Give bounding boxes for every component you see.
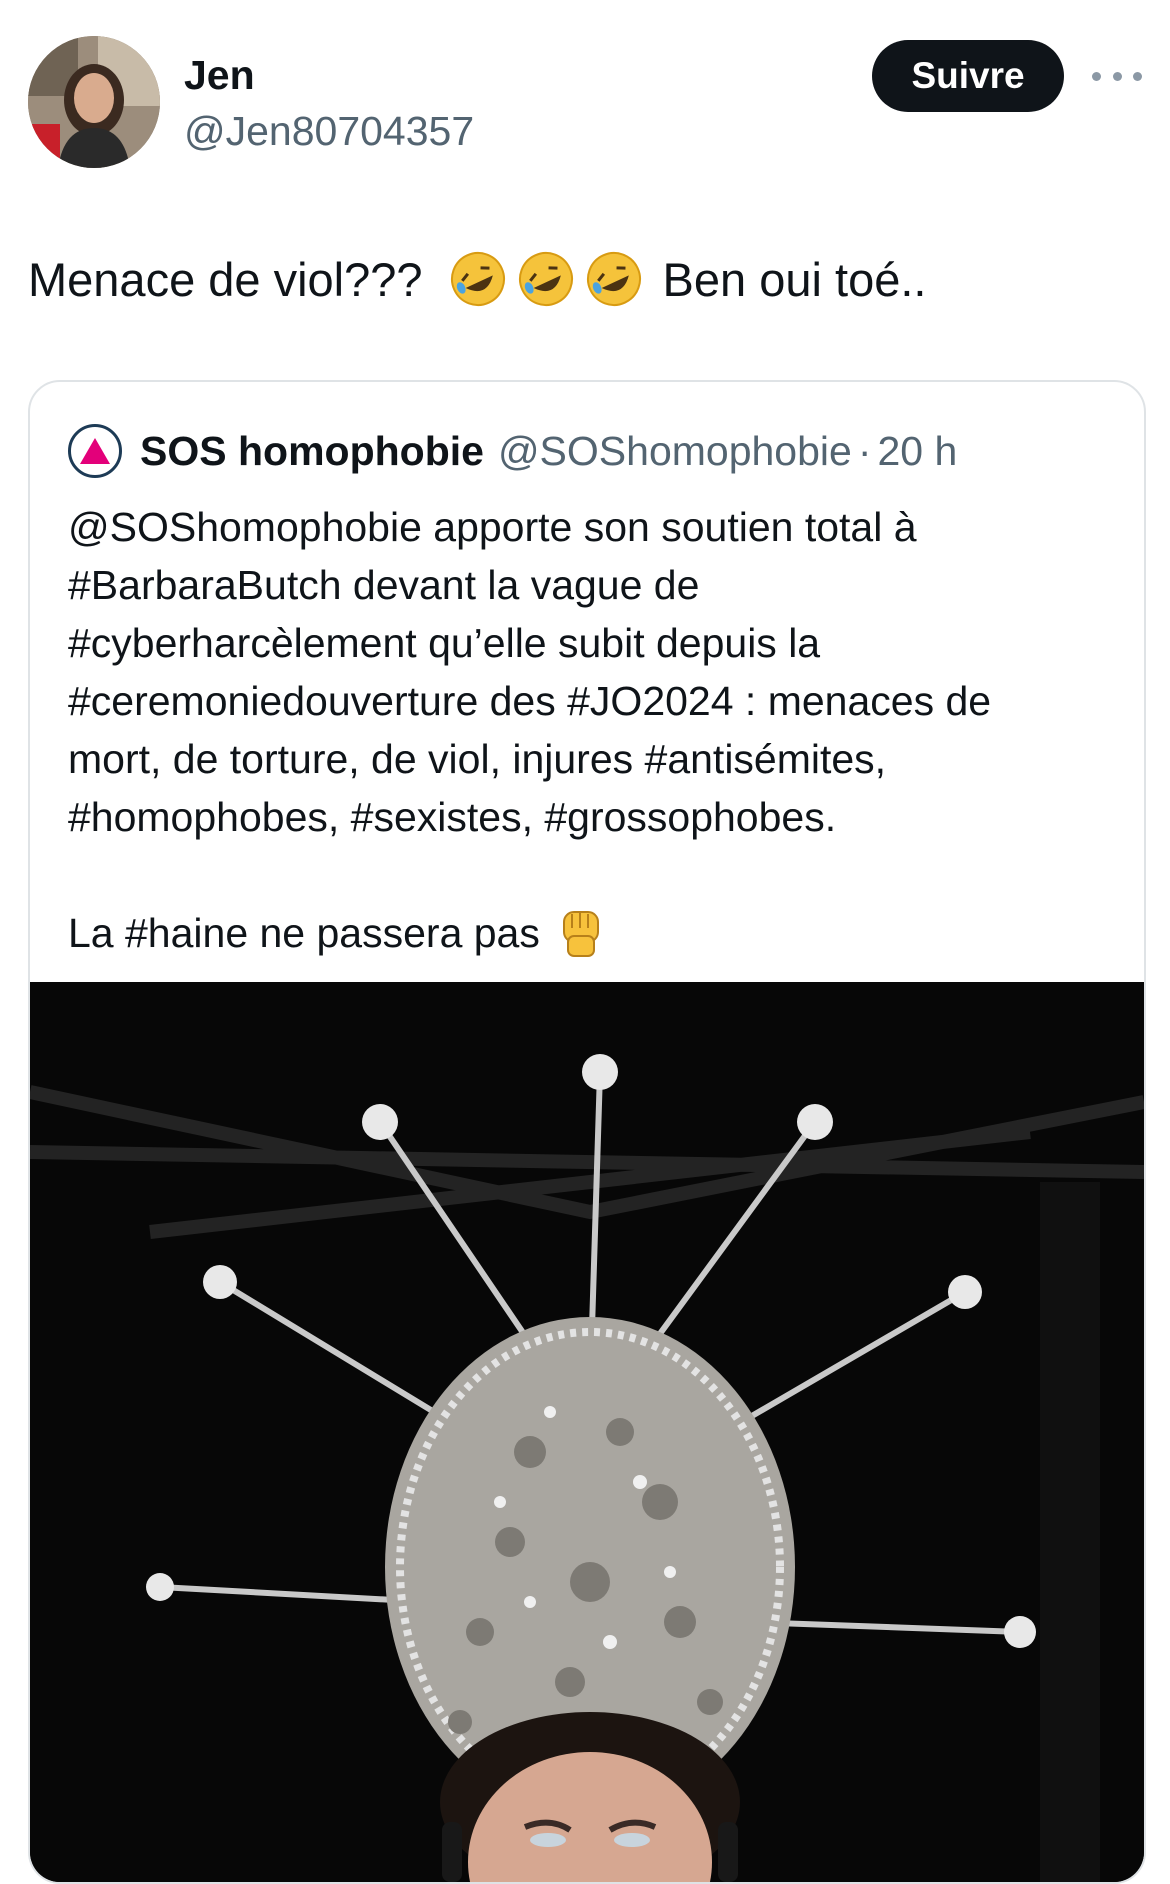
photo-crown-headdress-icon	[30, 982, 1144, 1882]
quoted-line: @SOShomophobie apporte son soutien total…	[68, 504, 917, 550]
more-options-icon[interactable]	[1092, 56, 1142, 96]
quoted-tweet-header: SOS homophobie @SOShomophobie · 20 h	[68, 424, 957, 478]
author-handle[interactable]: @Jen80704357	[184, 108, 474, 155]
more-dot	[1112, 71, 1122, 81]
quoted-line: #ceremoniedouverture des #JO2024 : menac…	[68, 678, 992, 724]
author-name[interactable]: Jen	[184, 52, 255, 99]
raised-fist-icon	[562, 911, 599, 957]
quoted-last-line: La #haine ne passera pas	[68, 904, 1118, 962]
quoted-last-line-text: La #haine ne passera pas	[68, 910, 540, 956]
sos-homophobie-logo-icon[interactable]	[68, 424, 122, 478]
quoted-line: #cyberharcèlement qu’elle subit depuis l…	[68, 620, 821, 666]
follow-button[interactable]: Suivre	[872, 40, 1064, 112]
quoted-author-name[interactable]: SOS homophobie	[140, 428, 484, 475]
quoted-line: #BarbaraButch devant la vague de	[68, 562, 700, 608]
quoted-tweet-body: @SOShomophobie apporte son soutien total…	[68, 498, 1118, 962]
quoted-author-handle[interactable]: @SOShomophobie	[498, 428, 852, 475]
quoted-media-image[interactable]	[30, 982, 1144, 1882]
avatar-photo-icon	[28, 36, 160, 168]
more-dot	[1133, 71, 1142, 81]
rolling-on-floor-laughing-icon	[518, 252, 573, 306]
tweet-text: Menace de viol??? Ben oui toé..	[28, 250, 926, 308]
tweet-text-after: Ben oui toé..	[662, 252, 927, 306]
rolling-on-floor-laughing-icon	[450, 252, 505, 306]
quoted-line: mort, de torture, de viol, injures #anti…	[68, 736, 887, 782]
quoted-tweet-card[interactable]: SOS homophobie @SOShomophobie · 20 h @SO…	[28, 380, 1146, 1884]
quoted-timestamp[interactable]: 20 h	[877, 428, 957, 475]
tweet-text-before: Menace de viol???	[28, 252, 423, 306]
pink-triangle-icon	[80, 438, 110, 464]
author-avatar[interactable]	[28, 36, 160, 168]
quoted-separator: ·	[857, 427, 872, 474]
more-dot	[1092, 71, 1101, 81]
quoted-line: #homophobes, #sexistes, #grossophobes.	[68, 794, 837, 840]
tweet-emojis	[449, 250, 653, 308]
rolling-on-floor-laughing-icon	[586, 252, 641, 306]
